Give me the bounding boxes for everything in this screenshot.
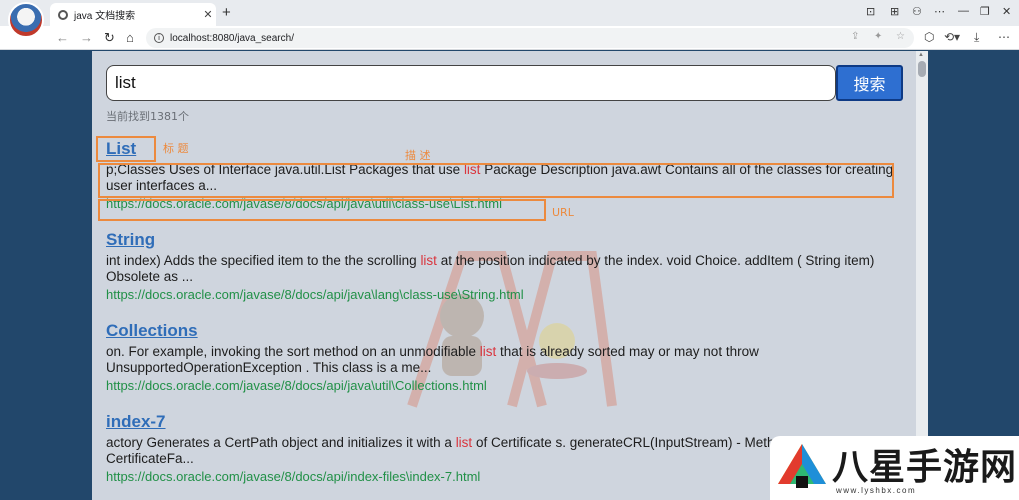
tab-bar: java 文档搜索 ✕ + ⊡ ⊞ ⚇ ⋯ — ❐ ✕ [0,0,1019,38]
extensions-icon[interactable]: ⬡ [924,30,934,44]
result-url-link[interactable]: https://docs.oracle.com/javase/8/docs/ap… [106,286,906,303]
tab-title: java 文档搜索 [74,11,136,22]
settings-more-icon[interactable]: ⋯ [998,30,1010,44]
watermark: 八星手游网 www.lyshbx.com [770,436,1019,500]
more-menu-icon[interactable]: ⋯ [934,5,945,18]
url-annotation-label: URL [552,206,574,219]
url-field[interactable]: i localhost:8080/java_search/ ⇪ ✦ ☆ [146,28,914,48]
highlight-keyword: list [420,253,437,268]
result-item: String int index) Adds the specified ite… [106,230,906,303]
history-icon[interactable]: ⟲▾ [944,30,960,44]
collections-icon[interactable]: ⊞ [890,5,899,18]
reading-view-icon[interactable]: ⊡ [866,5,875,18]
scrollbar-thumb[interactable] [918,61,926,77]
search-button[interactable]: 搜索 [836,65,903,101]
watermark-logo-icon [778,444,826,488]
page-scrollbar[interactable]: ▲ [916,51,928,500]
maximize-icon[interactable]: ❐ [980,5,990,18]
title-annotation-box [96,136,156,162]
result-title-link[interactable]: String [106,230,906,252]
reload-icon[interactable]: ↻ [104,30,115,46]
scroll-up-icon[interactable]: ▲ [918,52,924,58]
watermark-url: www.lyshbx.com [836,486,917,495]
profile-avatar[interactable] [8,2,44,38]
result-title-link[interactable]: Collections [106,321,906,343]
result-title-link[interactable]: List [106,139,906,161]
extension-icon[interactable]: ⚇ [912,5,922,18]
search-page: 搜索 当前找到1381个 List p;Classes Uses of Inte… [92,51,916,500]
url-text: localhost:8080/java_search/ [170,32,294,44]
pin-icon[interactable]: ✦ [874,31,882,42]
result-description: int index) Adds the specified item to th… [106,253,875,284]
address-bar-row: ← → ↻ ⌂ i localhost:8080/java_search/ ⇪ … [0,26,1019,50]
title-annotation-label: 标 题 [163,142,189,155]
browser-tab[interactable]: java 文档搜索 ✕ [50,3,216,26]
site-info-icon[interactable]: i [154,33,164,43]
result-url-link[interactable]: https://docs.oracle.com/javase/8/docs/ap… [106,377,906,394]
description-annotation-label: 描 述 [405,149,431,162]
result-title-link[interactable]: index-7 [106,412,906,434]
watermark-text: 八星手游网 [832,447,1018,488]
description-annotation-box [98,163,894,198]
tab-favicon-icon [58,9,68,20]
tab-close-icon[interactable]: ✕ [200,8,216,21]
result-count: 当前找到1381个 [106,110,189,123]
download-icon[interactable]: ⤓ [974,30,979,45]
back-arrow-icon[interactable]: ← [56,30,69,45]
favorite-star-icon[interactable]: ☆ [896,31,905,42]
result-description: on. For example, invoking the sort metho… [106,344,759,375]
close-window-icon[interactable]: ✕ [1002,5,1011,18]
home-icon[interactable]: ⌂ [126,30,134,45]
search-input[interactable] [106,65,836,101]
highlight-keyword: list [479,344,497,359]
highlight-keyword: list [455,435,473,450]
url-annotation-box [98,199,546,221]
minimize-icon[interactable]: — [958,5,969,17]
result-item: Collections on. For example, invoking th… [106,321,906,394]
share-icon[interactable]: ⇪ [851,31,859,42]
forward-arrow-icon[interactable]: → [80,30,93,45]
new-tab-icon[interactable]: + [222,4,231,21]
